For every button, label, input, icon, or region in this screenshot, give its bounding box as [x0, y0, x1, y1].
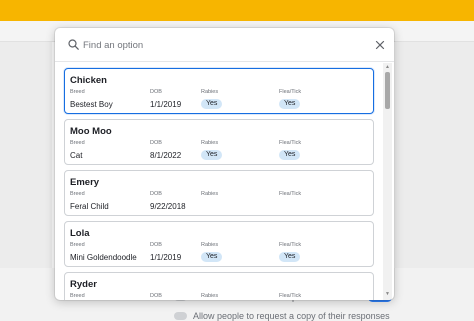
option-card-emery[interactable]: Emery Breed DOB Rabies Flea/Tick Feral C…: [64, 170, 374, 216]
field-label-dob: DOB: [150, 191, 162, 197]
option-card-ryder[interactable]: Ryder Breed DOB Rabies Flea/Tick: [64, 272, 374, 300]
field-value-breed: Mini Goldendoodle: [70, 253, 137, 262]
field-label-dob: DOB: [150, 140, 162, 146]
field-label-breed: Breed: [70, 191, 85, 197]
field-value-dob: 9/22/2018: [150, 202, 186, 211]
field-label-flea-tick: Flea/Tick: [279, 89, 302, 95]
field-label-breed: Breed: [70, 242, 85, 248]
field-label-flea-tick: Flea/Tick: [279, 140, 302, 146]
rabies-pill: Yes: [201, 150, 223, 160]
toggle-switch[interactable]: [174, 312, 187, 320]
field-label-dob: DOB: [150, 242, 162, 248]
option-title: Chicken: [70, 75, 107, 86]
field-label-flea-tick: Flea/Tick: [279, 191, 302, 197]
option-title: Moo Moo: [70, 126, 112, 137]
field-value-breed: Bestest Boy: [70, 100, 113, 109]
option-card-moo-moo[interactable]: Moo Moo Breed DOB Rabies Flea/Tick Cat 8…: [64, 119, 374, 165]
option-card-lola[interactable]: Lola Breed DOB Rabies Flea/Tick Mini Gol…: [64, 221, 374, 267]
option-picker-dialog: Chicken Breed DOB Rabies Flea/Tick Beste…: [55, 28, 394, 300]
field-label-dob: DOB: [150, 293, 162, 299]
flea-tick-pill: Yes: [279, 99, 301, 109]
rabies-pill: Yes: [201, 252, 223, 262]
field-label-breed: Breed: [70, 89, 85, 95]
field-label-breed: Breed: [70, 293, 85, 299]
field-label-dob: DOB: [150, 89, 162, 95]
option-list: Chicken Breed DOB Rabies Flea/Tick Beste…: [55, 63, 383, 300]
search-input[interactable]: [83, 37, 343, 53]
option-title: Lola: [70, 228, 90, 239]
option-label: Allow people to request a copy of their …: [193, 311, 390, 321]
field-label-rabies: Rabies: [201, 191, 219, 197]
field-value-dob: 1/1/2019: [150, 100, 182, 109]
flea-tick-pill: Yes: [279, 252, 301, 262]
flea-tick-pill: Yes: [279, 150, 301, 160]
option-title: Ryder: [70, 279, 97, 290]
field-value-breed: Cat: [70, 151, 83, 160]
rabies-pill: Yes: [201, 99, 223, 109]
search-icon: [68, 39, 79, 50]
field-value-dob: 8/1/2022: [150, 151, 182, 160]
field-label-rabies: Rabies: [201, 89, 219, 95]
field-value-dob: 1/1/2019: [150, 253, 182, 262]
option-request-copy[interactable]: Allow people to request a copy of their …: [174, 311, 390, 321]
field-label-flea-tick: Flea/Tick: [279, 242, 302, 248]
close-icon[interactable]: [375, 40, 385, 50]
field-label-rabies: Rabies: [201, 140, 219, 146]
option-title: Emery: [70, 177, 100, 188]
top-app-bar: [0, 0, 474, 21]
field-label-flea-tick: Flea/Tick: [279, 293, 302, 299]
field-label-breed: Breed: [70, 140, 85, 146]
scroll-up-arrow-icon[interactable]: ▲: [384, 64, 391, 71]
field-label-rabies: Rabies: [201, 293, 219, 299]
search-bar: [55, 28, 394, 62]
scrollbar-thumb[interactable]: [385, 72, 390, 109]
option-card-chicken[interactable]: Chicken Breed DOB Rabies Flea/Tick Beste…: [64, 68, 374, 114]
scrollbar[interactable]: ▲ ▼: [383, 63, 392, 300]
scroll-down-arrow-icon[interactable]: ▼: [384, 291, 391, 298]
field-value-breed: Feral Child: [70, 202, 109, 211]
field-label-rabies: Rabies: [201, 242, 219, 248]
